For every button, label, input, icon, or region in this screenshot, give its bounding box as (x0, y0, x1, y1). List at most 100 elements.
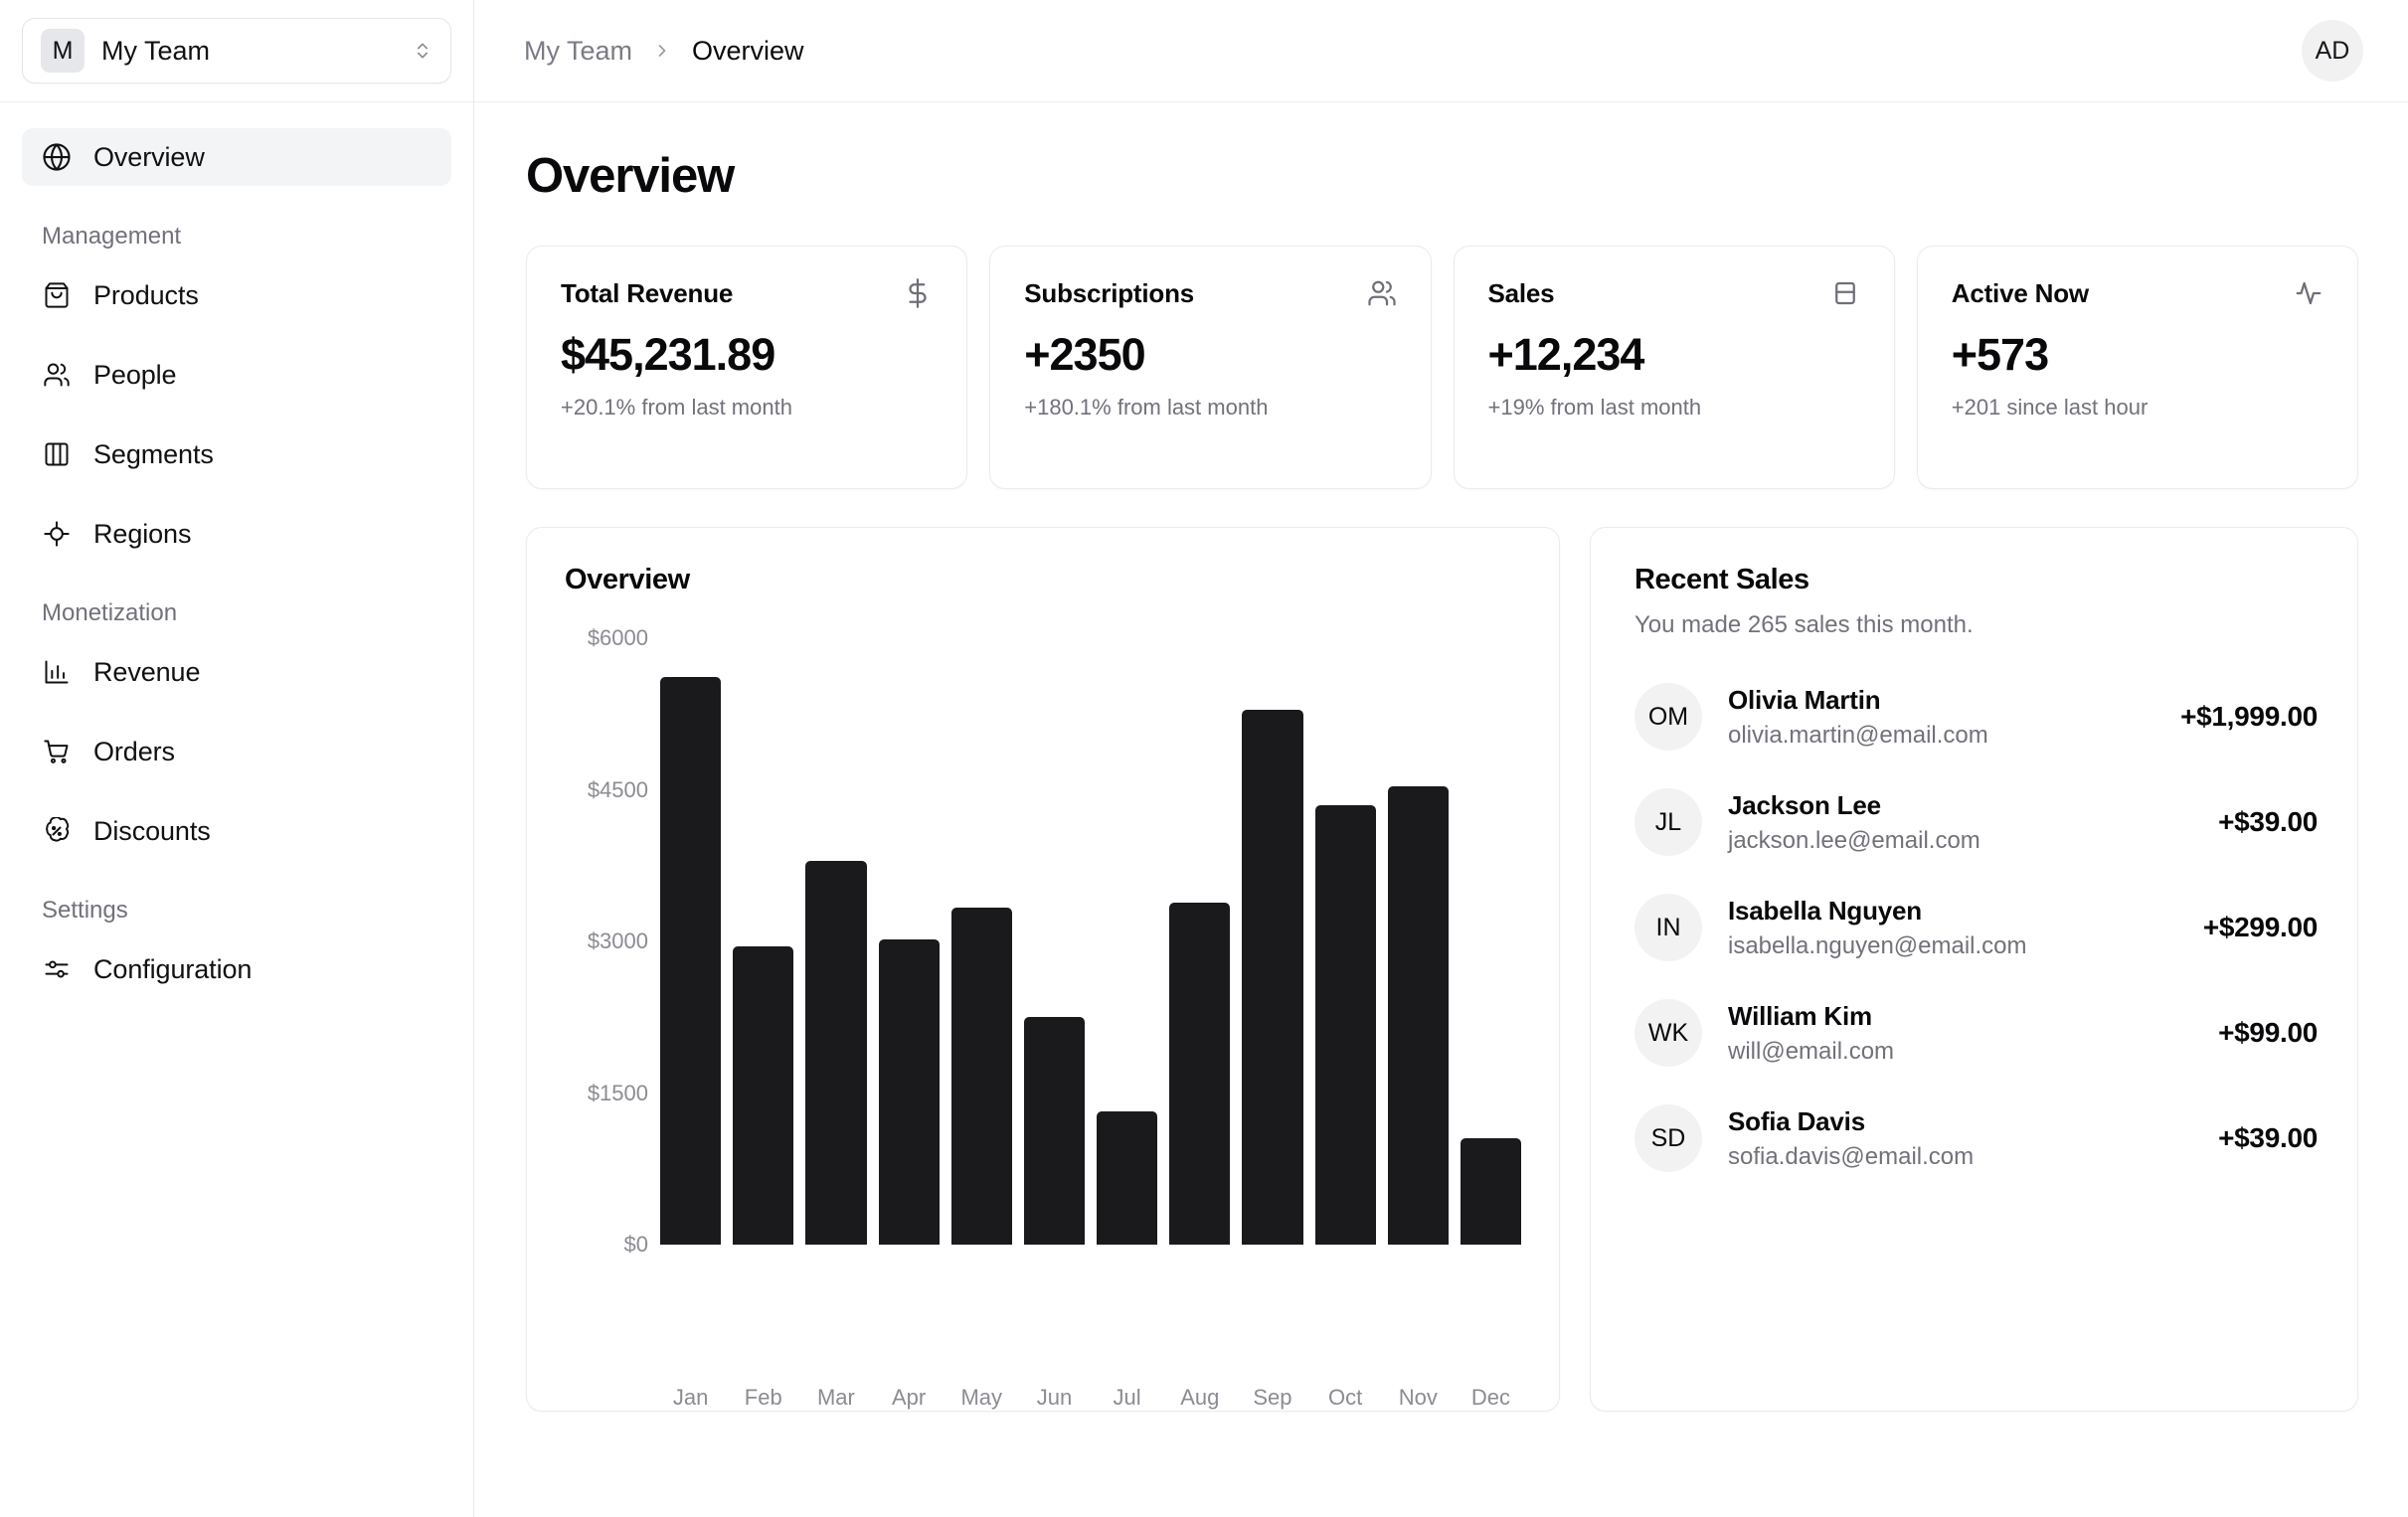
chart-bar-column[interactable] (1097, 638, 1157, 1245)
shopping-cart-icon (42, 737, 72, 766)
sale-amount: +$39.00 (2218, 1122, 2318, 1154)
chart-x-tick: Sep (1242, 1385, 1302, 1411)
sidebar-group-monetization: Revenue Orders (22, 643, 451, 860)
chart-bar-column[interactable] (951, 638, 1012, 1245)
list-item[interactable]: OMOlivia Martinolivia.martin@email.com+$… (1634, 683, 2318, 751)
chart-x-tick: Mar (805, 1385, 866, 1411)
recent-sales-subtitle: You made 265 sales this month. (1634, 611, 2318, 639)
chart-bar[interactable] (660, 677, 721, 1245)
chart-y-tick: $1500 (588, 1081, 648, 1106)
sidebar-group-management: Products People (22, 266, 451, 563)
users-icon (42, 360, 72, 390)
chart-bar[interactable] (951, 908, 1012, 1245)
sidebar-item-label: Revenue (93, 657, 200, 688)
stat-subtext: +180.1% from last month (1024, 395, 1396, 421)
sidebar-item-label: Segments (93, 439, 214, 470)
chart-bar-column[interactable] (1388, 638, 1449, 1245)
stat-header: Sales (1488, 278, 1860, 309)
sale-info: William Kimwill@email.com (1728, 1001, 2192, 1066)
sidebar-item-configuration[interactable]: Configuration (22, 940, 451, 998)
chart-x-tick: Nov (1388, 1385, 1449, 1411)
chart-bar-column[interactable] (805, 638, 866, 1245)
chart-bar[interactable] (733, 946, 793, 1245)
chart-y-tick: $4500 (588, 777, 648, 803)
stat-card-active-now: Active Now +573 +201 since last hour (1917, 246, 2358, 489)
sale-customer-email: jackson.lee@email.com (1728, 827, 2192, 855)
sale-info: Isabella Nguyenisabella.nguyen@email.com (1728, 896, 2177, 960)
sale-amount: +$39.00 (2218, 806, 2318, 838)
chart-bar[interactable] (1169, 903, 1230, 1245)
sidebar-item-segments[interactable]: Segments (22, 425, 451, 483)
sidebar-item-discounts[interactable]: Discounts (22, 802, 451, 860)
chart-bar-column[interactable] (660, 638, 721, 1245)
list-item[interactable]: WKWilliam Kimwill@email.com+$99.00 (1634, 999, 2318, 1067)
chart-bar-column[interactable] (1461, 638, 1521, 1245)
chart-bar[interactable] (1315, 805, 1376, 1245)
chart-bar[interactable] (805, 861, 866, 1245)
chart-bar-column[interactable] (1169, 638, 1230, 1245)
page-title: Overview (526, 148, 2358, 204)
sidebar-item-overview[interactable]: Overview (22, 128, 451, 186)
chart-bar[interactable] (1242, 710, 1302, 1245)
sidebar-item-label: Discounts (93, 816, 211, 847)
chart-plot (660, 638, 1521, 1245)
sale-amount: +$299.00 (2203, 912, 2318, 943)
list-item[interactable]: JLJackson Leejackson.lee@email.com+$39.0… (1634, 788, 2318, 856)
stat-title: Subscriptions (1024, 278, 1194, 309)
avatar: SD (1634, 1104, 1702, 1172)
chart-bar[interactable] (1024, 1017, 1085, 1245)
team-badge: M (41, 29, 85, 73)
team-switcher[interactable]: M My Team (22, 18, 451, 84)
chart-y-tick: $0 (624, 1232, 648, 1258)
chart-bar[interactable] (1388, 786, 1449, 1245)
list-item[interactable]: SDSofia Davissofia.davis@email.com+$39.0… (1634, 1104, 2318, 1172)
breadcrumb-current: Overview (692, 36, 804, 67)
breadcrumb: My Team Overview (524, 36, 804, 67)
sidebar-item-regions[interactable]: Regions (22, 505, 451, 563)
chart-x-tick: Jul (1097, 1385, 1157, 1411)
chart-bar-column[interactable] (733, 638, 793, 1245)
sidebar-item-label: Regions (93, 519, 191, 550)
topbar: My Team Overview AD (474, 0, 2408, 102)
chart-area: $0$1500$3000$4500$6000 (565, 638, 1521, 1372)
breadcrumb-root[interactable]: My Team (524, 36, 632, 67)
chart-x-tick: Jan (660, 1385, 721, 1411)
avatar[interactable]: AD (2302, 20, 2363, 82)
chart-y-tick: $6000 (588, 625, 648, 651)
sidebar-item-orders[interactable]: Orders (22, 723, 451, 780)
app-root: M My Team Overview Managem (0, 0, 2408, 1517)
bar-chart-icon (42, 657, 72, 687)
stat-value: +2350 (1024, 329, 1396, 381)
chart-bar-column[interactable] (1024, 638, 1085, 1245)
chart-bar-column[interactable] (1315, 638, 1376, 1245)
stats-row: Total Revenue $45,231.89 +20.1% from las… (526, 246, 2358, 489)
chart-bar[interactable] (1097, 1111, 1157, 1245)
shopping-bag-icon (42, 280, 72, 310)
chart-bar-column[interactable] (1242, 638, 1302, 1245)
globe-icon (42, 142, 72, 172)
chart-x-tick: Apr (879, 1385, 940, 1411)
panels-row: Overview $0$1500$3000$4500$6000 JanFebMa… (526, 527, 2358, 1412)
credit-card-icon (1830, 278, 1860, 308)
stat-subtext: +201 since last hour (1952, 395, 2323, 421)
avatar: IN (1634, 894, 1702, 961)
sidebar-nav: Overview Management Products (0, 102, 473, 1517)
sale-customer-name: Isabella Nguyen (1728, 896, 2177, 927)
chart-bar[interactable] (1461, 1138, 1521, 1245)
avatar: WK (1634, 999, 1702, 1067)
list-item[interactable]: IN Isabella Nguyenisabella.nguyen@email.c… (1634, 894, 2318, 961)
sidebar-group-settings: Configuration (22, 940, 451, 998)
sale-info: Olivia Martinolivia.martin@email.com (1728, 685, 2154, 750)
recent-sales-list: OMOlivia Martinolivia.martin@email.com+$… (1634, 683, 2318, 1172)
stat-value: $45,231.89 (561, 329, 933, 381)
sale-customer-name: Jackson Lee (1728, 790, 2192, 821)
chart-bar[interactable] (879, 939, 940, 1245)
chart-x-tick: Oct (1315, 1385, 1376, 1411)
chevron-up-down-icon (413, 35, 432, 67)
chart-x-tick: Dec (1461, 1385, 1521, 1411)
sidebar-item-people[interactable]: People (22, 346, 451, 404)
chart-y-axis: $0$1500$3000$4500$6000 (565, 638, 660, 1245)
sidebar-item-products[interactable]: Products (22, 266, 451, 324)
chart-bar-column[interactable] (879, 638, 940, 1245)
sidebar-item-revenue[interactable]: Revenue (22, 643, 451, 701)
